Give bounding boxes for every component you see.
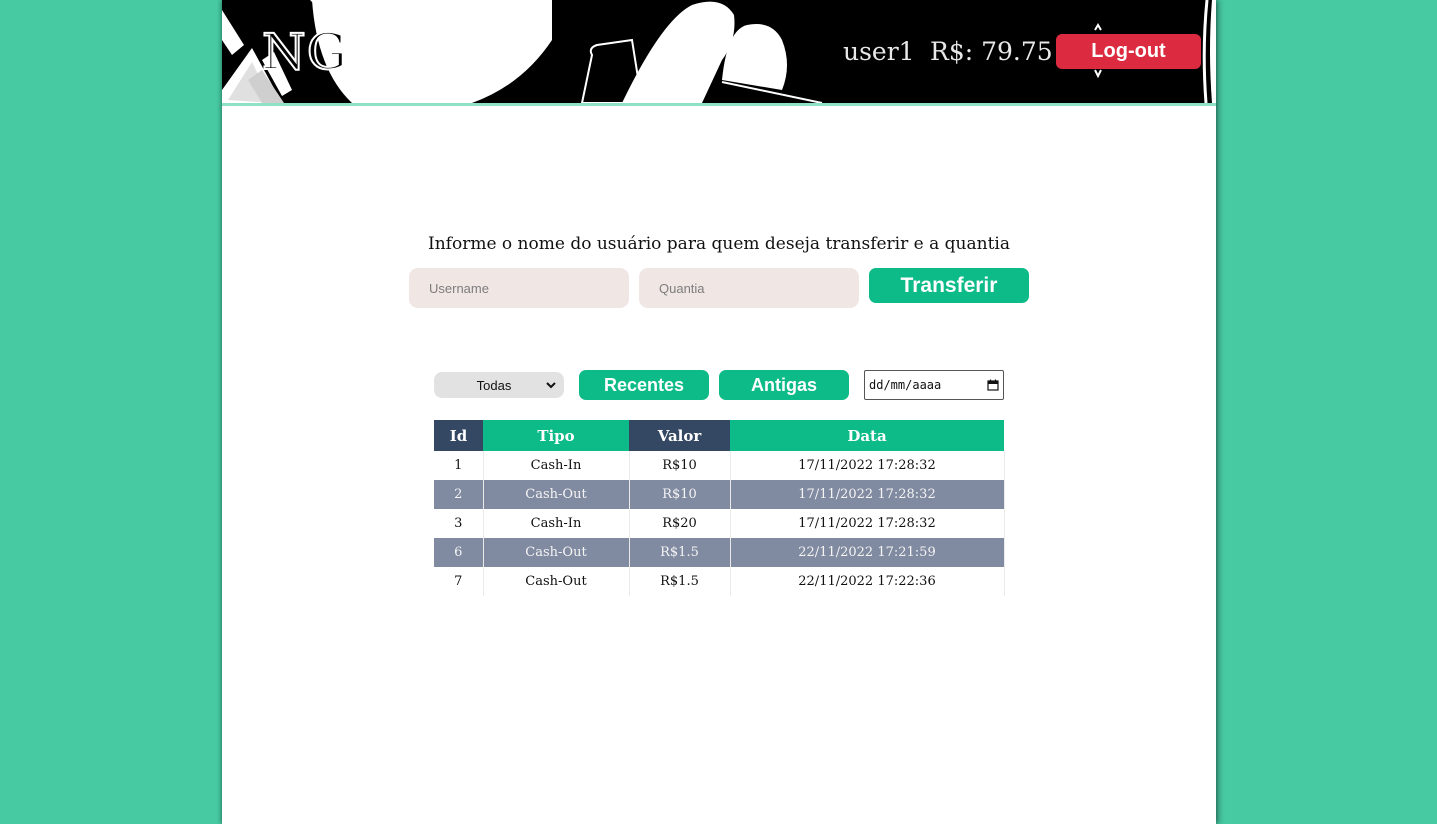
table-row: 6 Cash-Out R$1.5 22/11/2022 17:21:59 [434,538,1005,567]
cell-date: 17/11/2022 17:28:32 [730,451,1005,480]
logout-button[interactable]: Log-out [1056,34,1201,69]
current-username: user1 [843,37,915,66]
cell-id: 7 [434,567,484,596]
amount-input[interactable] [639,268,859,308]
chevron-down-icon [546,382,556,389]
transfer-button[interactable]: Transferir [869,268,1029,303]
cell-value: R$20 [629,509,731,538]
logo-ng: NG [261,22,346,82]
cell-id: 3 [434,509,484,538]
app-logo: NG.CASH [261,20,520,84]
cell-type: Cash-In [483,451,630,480]
transaction-type-selected: Todas [476,377,512,393]
cell-id: 2 [434,480,484,509]
cell-date: 22/11/2022 17:21:59 [730,538,1005,567]
cell-value: R$10 [629,480,731,509]
column-header-type: Tipo [483,420,629,451]
column-header-value: Valor [629,420,730,451]
logo-cash: .CASH [345,23,520,81]
table-header-row: Id Tipo Valor Data [434,420,1004,451]
transfer-prompt: Informe o nome do usuário para quem dese… [428,234,1010,254]
header-banner: NG.CASH user1 R$: 79.75 Log-out [222,0,1216,106]
column-header-id: Id [434,420,483,451]
cell-value: R$1.5 [629,567,731,596]
page-container: NG.CASH user1 R$: 79.75 Log-out Informe … [222,0,1216,824]
calendar-icon[interactable] [987,379,999,391]
account-balance: R$: 79.75 [930,37,1053,66]
cell-value: R$10 [629,451,731,480]
cell-type: Cash-In [483,509,630,538]
cell-date: 22/11/2022 17:22:36 [730,567,1005,596]
table-row: 1 Cash-In R$10 17/11/2022 17:28:32 [434,451,1005,480]
username-input[interactable] [409,268,629,308]
cell-type: Cash-Out [483,538,630,567]
transactions-table: Id Tipo Valor Data 1 Cash-In R$10 17/11/… [434,420,1005,596]
date-filter-input[interactable]: dd/mm/aaaa [864,370,1004,400]
table-row: 7 Cash-Out R$1.5 22/11/2022 17:22:36 [434,567,1005,596]
cell-value: R$1.5 [629,538,731,567]
table-row: 3 Cash-In R$20 17/11/2022 17:28:32 [434,509,1005,538]
transaction-type-select[interactable]: Todas [434,372,564,398]
sort-recent-button[interactable]: Recentes [579,370,709,400]
sort-oldest-button[interactable]: Antigas [719,370,849,400]
cell-type: Cash-Out [483,567,630,596]
cell-date: 17/11/2022 17:28:32 [730,480,1005,509]
cell-id: 1 [434,451,484,480]
column-header-date: Data [730,420,1004,451]
table-row: 2 Cash-Out R$10 17/11/2022 17:28:32 [434,480,1005,509]
cell-date: 17/11/2022 17:28:32 [730,509,1005,538]
date-placeholder: dd/mm/aaaa [869,378,942,392]
cell-type: Cash-Out [483,480,630,509]
cell-id: 6 [434,538,484,567]
